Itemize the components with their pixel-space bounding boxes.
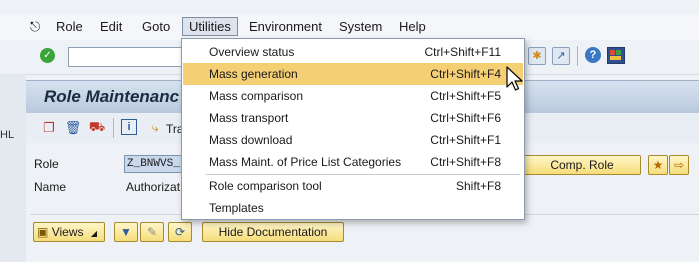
side-panel-edge: [0, 74, 26, 262]
views-label: Views: [51, 225, 84, 239]
menu-role[interactable]: Role: [56, 19, 83, 34]
edit-filter-icon[interactable]: ✎: [140, 222, 164, 242]
dropdown-arrow-icon: ◢: [90, 229, 97, 238]
menu-item-label: Role comparison tool: [209, 179, 322, 193]
comp-role-button[interactable]: Comp. Role: [523, 155, 641, 175]
menu-item-shortcut: Ctrl+Shift+F8: [430, 155, 501, 169]
menu-item-shortcut: Shift+F8: [455, 179, 501, 193]
menu-item-shortcut: Ctrl+Shift+F1: [430, 133, 501, 147]
role-label: Role: [34, 157, 59, 171]
customize-layout-icon[interactable]: [607, 47, 625, 64]
utilities-menu: Overview status Ctrl+Shift+F11 Mass gene…: [181, 38, 525, 220]
toolbar-separator: [577, 46, 578, 66]
hide-documentation-button[interactable]: Hide Documentation: [202, 222, 344, 242]
shortcut-icon[interactable]: ↗: [552, 47, 570, 65]
menu-item-templates[interactable]: Templates: [183, 197, 523, 219]
menu-item-shortcut: Ctrl+Shift+F4: [430, 67, 501, 81]
copy-icon[interactable]: ❐: [40, 119, 58, 137]
menu-environment[interactable]: Environment: [249, 19, 322, 34]
menu-item-label: Overview status: [209, 45, 295, 59]
views-icon: ▣: [37, 225, 49, 239]
toolbar-separator: [113, 118, 114, 138]
views-button[interactable]: ▣ Views ◢: [33, 222, 105, 242]
menu-item-label: Mass generation: [209, 67, 298, 81]
menu-system[interactable]: System: [339, 19, 382, 34]
menu-item-label: Mass download: [209, 133, 293, 147]
menu-item-shortcut: Ctrl+Shift+F5: [430, 89, 501, 103]
menu-item-label: Mass Maint. of Price List Categories: [209, 155, 402, 169]
command-field[interactable]: [68, 47, 188, 67]
menu-icon[interactable]: ⎋: [30, 19, 40, 35]
menu-item-role-comparison-tool[interactable]: Role comparison tool Shift+F8: [183, 175, 523, 197]
menu-item-shortcut: Ctrl+Shift+F11: [424, 45, 501, 59]
info-icon[interactable]: i: [121, 119, 137, 135]
menu-item-label: Mass transport: [209, 111, 289, 125]
transport-truck-icon[interactable]: ⛟: [88, 119, 106, 137]
menu-item-label: Templates: [209, 201, 264, 215]
menu-utilities[interactable]: Utilities: [182, 17, 238, 36]
menu-item-mass-comparison[interactable]: Mass comparison Ctrl+Shift+F5: [183, 85, 523, 107]
name-label: Name: [34, 180, 67, 194]
side-fragment-text: HL: [0, 129, 15, 141]
menu-item-shortcut: Ctrl+Shift+F6: [430, 111, 501, 125]
refresh-icon[interactable]: ⟳: [168, 222, 192, 242]
menu-help[interactable]: Help: [399, 19, 426, 34]
new-session-icon[interactable]: ✱: [528, 47, 546, 65]
filter-icon[interactable]: ▼: [114, 222, 138, 242]
menu-item-mass-download[interactable]: Mass download Ctrl+Shift+F1: [183, 129, 523, 151]
transport-icon[interactable]: ⤷: [146, 119, 164, 137]
menu-item-mass-maint-price-list[interactable]: Mass Maint. of Price List Categories Ctr…: [183, 151, 523, 173]
favorite-star-icon[interactable]: ★: [648, 155, 668, 175]
help-icon[interactable]: ?: [585, 47, 601, 63]
delete-icon[interactable]: 🗑: [64, 119, 82, 137]
menu-goto[interactable]: Goto: [142, 19, 170, 34]
page-title: Role Maintenanc: [44, 87, 180, 106]
menu-item-overview-status[interactable]: Overview status Ctrl+Shift+F11: [183, 41, 523, 63]
name-value: Authorizat: [126, 180, 181, 194]
menu-item-mass-generation[interactable]: Mass generation Ctrl+Shift+F4: [183, 63, 523, 85]
mouse-cursor-icon: [506, 66, 523, 91]
menu-bar: ⎋ Role Edit Goto Utilities Environment S…: [0, 14, 699, 40]
enter-check-icon[interactable]: ✓: [40, 48, 55, 63]
menu-item-label: Mass comparison: [209, 89, 304, 103]
menu-item-mass-transport[interactable]: Mass transport Ctrl+Shift+F6: [183, 107, 523, 129]
insert-role-icon[interactable]: ⇨: [669, 155, 689, 175]
menu-edit[interactable]: Edit: [100, 19, 122, 34]
